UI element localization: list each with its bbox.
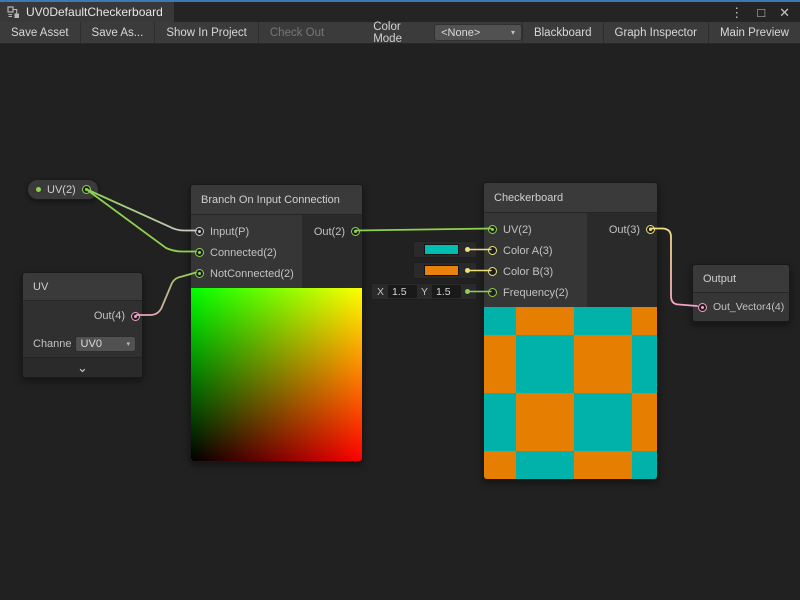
port-input-p-label: Input(P) (210, 226, 249, 238)
branch-node-title: Branch On Input Connection (191, 185, 362, 215)
color-mode-label: Color Mode (365, 21, 434, 45)
save-asset-button[interactable]: Save Asset (0, 22, 81, 43)
branch-node-body: Input(P) Connected(2) NotConnected(2) Ou… (191, 215, 362, 288)
port-row-checker-uv: UV(2) (484, 219, 587, 240)
port-row-frequency: Frequency(2) (484, 282, 587, 303)
branch-outputs: Out(2) (302, 215, 362, 288)
uv-property-label: UV(2) (47, 184, 76, 196)
port-row-connected: Connected(2) (191, 242, 302, 263)
shader-graph-window: { "window": { "tab_title": "UV0DefaultCh… (0, 0, 800, 600)
port-row-branch-out: Out(2) (302, 221, 362, 242)
uv-node-title: UV (23, 273, 142, 301)
checkerboard-node-title: Checkerboard (484, 183, 657, 213)
port-checker-uv-label: UV(2) (503, 224, 532, 236)
property-indicator-dot (36, 187, 41, 192)
maximize-icon[interactable]: □ (757, 6, 765, 19)
frequency-y-label: Y (421, 286, 428, 298)
shader-graph-icon (7, 6, 20, 19)
node-branch-on-input-connection[interactable]: Branch On Input Connection Input(P) Conn… (190, 184, 363, 462)
port-input-p[interactable] (195, 227, 204, 236)
output-node-body: Out_Vector4(4) (693, 293, 789, 321)
port-connected-label: Connected(2) (210, 247, 277, 259)
port-row-color-a: Color A(3) (484, 240, 587, 261)
color-b-swatch[interactable] (424, 265, 459, 276)
color-mode-group: Color Mode <None> ▾ (365, 22, 522, 43)
check-out-button: Check Out (259, 22, 335, 43)
checkerboard-preview (484, 307, 657, 479)
branch-inputs: Input(P) Connected(2) NotConnected(2) (191, 215, 302, 288)
show-in-project-button[interactable]: Show In Project (155, 22, 259, 43)
checkerboard-outputs: Out(3) (587, 213, 657, 307)
save-as-button[interactable]: Save As... (81, 22, 156, 43)
node-uv-property[interactable]: UV(2) (27, 179, 99, 200)
color-a-value-widget (413, 241, 477, 258)
color-mode-value: <None> (441, 27, 480, 39)
node-output[interactable]: Output Out_Vector4(4) (692, 264, 790, 322)
color-b-value-widget (413, 262, 477, 279)
port-color-a-label: Color A(3) (503, 245, 553, 257)
port-branch-out[interactable] (351, 227, 360, 236)
port-row-color-b: Color B(3) (484, 261, 587, 282)
uv-channel-label: Channe (33, 338, 72, 350)
port-frequency-label: Frequency(2) (503, 287, 568, 299)
port-out-vector4[interactable] (698, 303, 707, 312)
checkerboard-inputs: UV(2) Color A(3) Color B(3) Frequency(2) (484, 213, 587, 307)
branch-out-label: Out(2) (314, 226, 345, 238)
toolbar: Save Asset Save As... Show In Project Ch… (0, 22, 800, 44)
main-preview-button[interactable]: Main Preview (708, 22, 800, 43)
checker-out-label: Out(3) (609, 224, 640, 236)
graph-inspector-button[interactable]: Graph Inspector (603, 22, 708, 43)
node-checkerboard[interactable]: Checkerboard UV(2) Color A(3) Color B(3)… (483, 182, 658, 480)
uv-channel-row: Channe UV0 ▾ (23, 331, 142, 357)
chevron-down-icon: ▾ (126, 340, 130, 348)
color-a-connector-dot (465, 247, 470, 252)
uv-channel-dropdown[interactable]: UV0 ▾ (75, 336, 136, 352)
checkerboard-node-body: UV(2) Color A(3) Color B(3) Frequency(2)… (484, 213, 657, 307)
frequency-value-widget: X 1.5 Y 1.5 (371, 283, 477, 300)
close-icon[interactable]: ✕ (779, 6, 790, 19)
port-connected[interactable] (195, 248, 204, 257)
tab-title: UV0DefaultCheckerboard (26, 5, 163, 19)
toolbar-right: Blackboard Graph Inspector Main Preview (522, 22, 800, 43)
frequency-x-label: X (377, 286, 384, 298)
port-frequency[interactable] (488, 288, 497, 297)
frequency-x-field[interactable]: 1.5 (388, 285, 417, 298)
port-notconnected-label: NotConnected(2) (210, 268, 294, 280)
port-uv-property-out[interactable] (82, 185, 91, 194)
uv-out-label: Out(4) (94, 310, 125, 322)
port-notconnected[interactable] (195, 269, 204, 278)
uv-collapse-button[interactable]: ⌄ (23, 357, 142, 377)
kebab-menu-icon[interactable]: ⋮ (730, 6, 743, 19)
port-row-notconnected: NotConnected(2) (191, 263, 302, 284)
port-color-b[interactable] (488, 267, 497, 276)
tab-uv0defaultcheckerboard[interactable]: UV0DefaultCheckerboard (0, 2, 174, 22)
frequency-connector-dot (465, 289, 470, 294)
color-mode-dropdown[interactable]: <None> ▾ (434, 24, 522, 41)
port-color-b-label: Color B(3) (503, 266, 553, 278)
branch-uv-preview (191, 288, 362, 461)
color-a-swatch[interactable] (424, 244, 459, 255)
title-bar: UV0DefaultCheckerboard ⋮ □ ✕ (0, 0, 800, 22)
output-node-title: Output (693, 265, 789, 293)
node-uv[interactable]: UV Out(4) Channe UV0 ▾ ⌄ (22, 272, 143, 378)
port-checker-uv[interactable] (488, 225, 497, 234)
port-row-input-p: Input(P) (191, 221, 302, 242)
frequency-y-field[interactable]: 1.5 (432, 285, 461, 298)
port-row-checker-out: Out(3) (587, 219, 657, 240)
blackboard-button[interactable]: Blackboard (522, 22, 603, 43)
port-checker-out[interactable] (646, 225, 655, 234)
port-color-a[interactable] (488, 246, 497, 255)
color-b-connector-dot (465, 268, 470, 273)
uv-out-row: Out(4) (23, 301, 142, 331)
window-controls: ⋮ □ ✕ (730, 2, 800, 22)
out-vector4-label: Out_Vector4(4) (713, 301, 784, 313)
uv-channel-value: UV0 (81, 338, 102, 350)
port-uv-out[interactable] (131, 312, 140, 321)
chevron-down-icon: ▾ (511, 28, 515, 37)
